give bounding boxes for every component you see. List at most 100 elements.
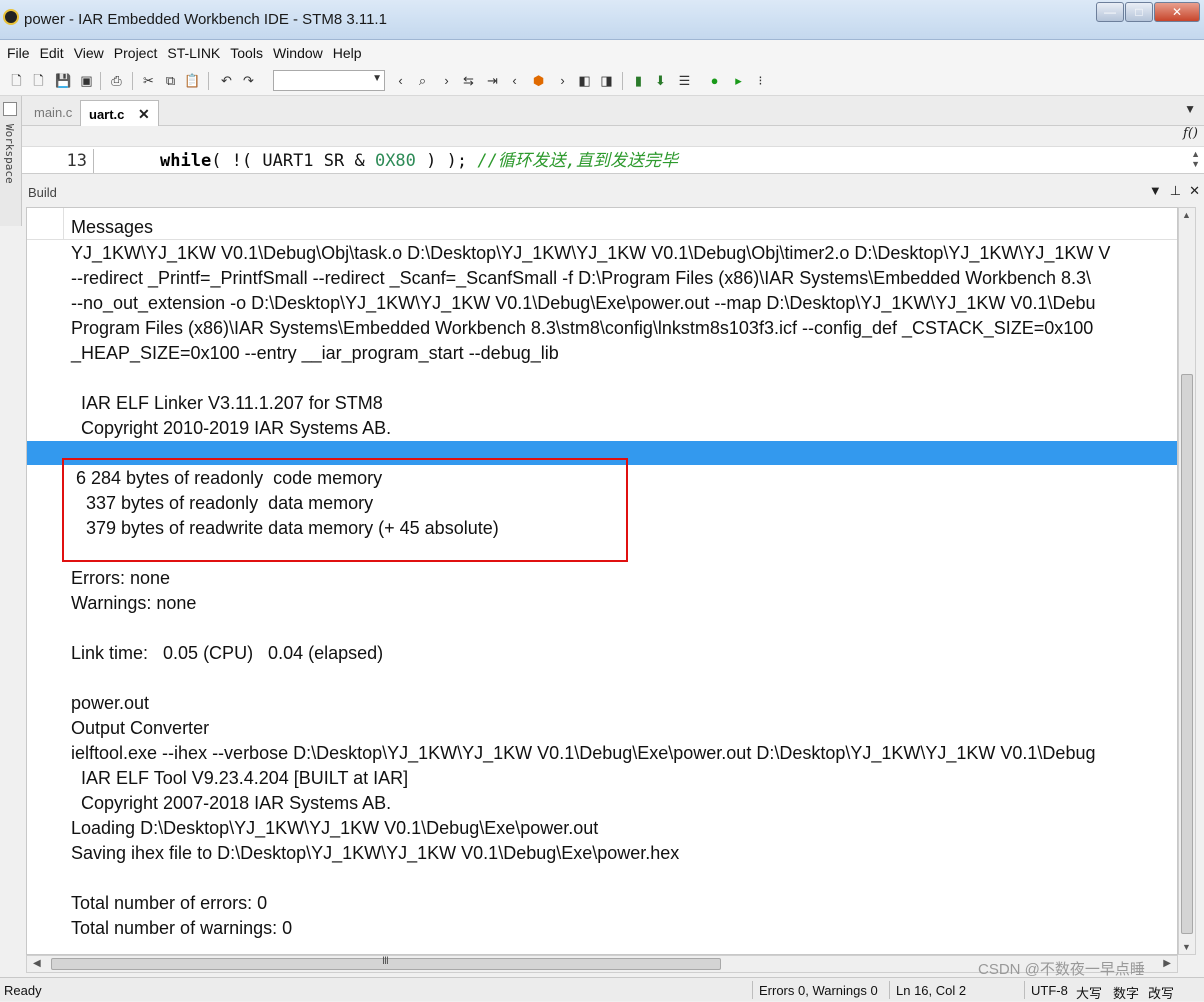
menu-window[interactable]: Window: [268, 45, 328, 61]
menu-st-link[interactable]: ST-LINK: [162, 45, 225, 61]
message-line[interactable]: Warnings: none: [71, 591, 196, 616]
code-text: ( !( UART1 SR &: [211, 151, 375, 171]
scroll-up-icon[interactable]: ▲: [1182, 210, 1191, 220]
message-line[interactable]: _HEAP_SIZE=0x100 --entry __iar_program_s…: [71, 341, 559, 366]
message-line[interactable]: Errors: none: [71, 566, 170, 591]
status-cursor-position: Ln 16, Col 2: [896, 983, 967, 998]
workspace-strip[interactable]: Workspace: [0, 96, 22, 226]
redo-icon[interactable]: ↷: [240, 72, 257, 89]
code-keyword: while: [160, 151, 212, 171]
message-line[interactable]: IAR ELF Tool V9.23.4.204 [BUILT at IAR]: [71, 766, 408, 791]
window-controls: — □ ✕: [1095, 2, 1200, 22]
print-icon[interactable]: ⎙: [108, 72, 125, 89]
save-all-icon[interactable]: ▣: [78, 72, 95, 89]
scroll-left-icon[interactable]: ◀: [33, 958, 41, 969]
tab-uart-c[interactable]: uart.c ✕: [80, 100, 159, 126]
maximize-button[interactable]: □: [1125, 2, 1153, 22]
message-line[interactable]: Saving ihex file to D:\Desktop\YJ_1KW\YJ…: [71, 841, 679, 866]
message-line[interactable]: power.out: [71, 691, 149, 716]
status-encoding: UTF-8: [1031, 983, 1068, 998]
status-ready: Ready: [4, 983, 42, 998]
menu-bar: File Edit View Project ST-LINK Tools Win…: [0, 40, 1204, 66]
tab-list-chevron-icon[interactable]: ▼: [1184, 102, 1196, 116]
message-line[interactable]: Output Converter: [71, 716, 209, 741]
toolbar-options-icon[interactable]: ⁝: [752, 72, 769, 89]
message-line[interactable]: Program Files (x86)\IAR Systems\Embedded…: [71, 316, 1093, 341]
save-icon[interactable]: 💾: [55, 72, 72, 89]
menu-help[interactable]: Help: [328, 45, 367, 61]
message-line[interactable]: --no_out_extension -o D:\Desktop\YJ_1KW\…: [71, 291, 1096, 316]
find-previous-icon[interactable]: ‹: [392, 72, 409, 89]
stop-build-icon[interactable]: ☰: [676, 72, 693, 89]
message-line[interactable]: Copyright 2010-2019 IAR Systems AB.: [71, 416, 391, 441]
close-icon[interactable]: ✕: [1189, 183, 1200, 199]
copy-icon[interactable]: ⧉: [162, 72, 179, 89]
navigate-forward-icon[interactable]: ◨: [598, 72, 615, 89]
close-icon[interactable]: ✕: [138, 106, 150, 122]
scroll-down-icon[interactable]: ▼: [1182, 942, 1191, 952]
menu-file[interactable]: File: [2, 45, 35, 61]
status-caps: 大写: [1076, 986, 1103, 1001]
code-line[interactable]: while( !( UART1 SR & 0X80 ) ); //循环发送,直到…: [160, 149, 678, 173]
message-line[interactable]: --redirect _Printf=_PrintfSmall --redire…: [71, 266, 1091, 291]
message-line[interactable]: Total number of warnings: 0: [71, 916, 292, 941]
horizontal-scroll-thumb[interactable]: Ⅲ: [51, 956, 721, 970]
scroll-right-icon[interactable]: ▶: [1163, 958, 1171, 969]
status-bar: Ready Errors 0, Warnings 0 Ln 16, Col 2 …: [0, 961, 1204, 1001]
compile-icon[interactable]: ▮: [630, 72, 647, 89]
build-pane-title: Build: [28, 185, 57, 200]
close-window-button[interactable]: ✕: [1154, 2, 1200, 22]
editor-tab-bar: main.c uart.c ✕ ▼: [22, 96, 1204, 126]
code-number: 0X80: [374, 151, 416, 171]
menu-view[interactable]: View: [69, 45, 109, 61]
new-file-icon[interactable]: 🗋: [8, 72, 25, 89]
navigate-back-icon[interactable]: ◧: [576, 72, 593, 89]
debug-without-download-icon[interactable]: ▸: [730, 72, 747, 89]
title-bar: power - IAR Embedded Workbench IDE - STM…: [0, 0, 1204, 40]
next-bookmark-icon[interactable]: ›: [554, 72, 571, 89]
goto-line-icon[interactable]: ⇥: [484, 72, 501, 89]
code-text-2: ) );: [415, 151, 478, 171]
menu-tools[interactable]: Tools: [225, 45, 268, 61]
paste-icon[interactable]: 📋: [184, 72, 201, 89]
vertical-scrollbar[interactable]: ▲ ▼: [1178, 207, 1196, 955]
cut-icon[interactable]: ✂: [140, 72, 157, 89]
vertical-scroll-thumb[interactable]: [1181, 374, 1193, 934]
message-line[interactable]: YJ_1KW\YJ_1KW V0.1\Debug\Obj\task.o D:\D…: [71, 241, 1110, 266]
message-line[interactable]: Loading D:\Desktop\YJ_1KW\YJ_1KW V0.1\De…: [71, 816, 598, 841]
workspace-label[interactable]: Workspace: [3, 124, 16, 184]
function-nav-button[interactable]: f(): [1183, 126, 1198, 141]
replace-icon[interactable]: ⇆: [460, 72, 477, 89]
tab-label: main.c: [34, 105, 73, 120]
search-icon[interactable]: ⌕: [414, 72, 431, 89]
message-line[interactable]: Link time: 0.05 (CPU) 0.04 (elapsed): [71, 641, 383, 666]
workspace-pin-icon[interactable]: [3, 102, 17, 116]
make-icon[interactable]: ⬇: [652, 72, 669, 89]
undo-icon[interactable]: ↶: [218, 72, 235, 89]
editor-scroll-arrows[interactable]: ▲ ▼: [1191, 149, 1200, 169]
prev-bookmark-icon[interactable]: ‹: [506, 72, 523, 89]
new-document-icon[interactable]: 🗋: [30, 72, 47, 89]
status-overwrite: 改写: [1148, 986, 1175, 1001]
message-line[interactable]: ielftool.exe --ihex --verbose D:\Desktop…: [71, 741, 1095, 766]
message-line[interactable]: Total number of errors: 0: [71, 891, 267, 916]
messages-header-label: Messages: [71, 217, 154, 237]
find-combo[interactable]: ▼: [273, 70, 385, 91]
message-line[interactable]: IAR ELF Linker V3.11.1.207 for STM8: [71, 391, 383, 416]
find-next-icon[interactable]: ›: [438, 72, 455, 89]
messages-column-header[interactable]: Messages: [27, 208, 1177, 240]
status-errors-warnings: Errors 0, Warnings 0: [759, 983, 878, 998]
minimize-button[interactable]: —: [1096, 2, 1124, 22]
download-debug-icon[interactable]: ●: [706, 72, 723, 89]
message-line[interactable]: Copyright 2007-2018 IAR Systems AB.: [71, 791, 391, 816]
menu-project[interactable]: Project: [109, 45, 163, 61]
tab-main-c[interactable]: main.c: [26, 100, 80, 126]
build-messages-panel[interactable]: Messages YJ_1KW\YJ_1KW V0.1\Debug\Obj\ta…: [26, 207, 1178, 955]
pin-icon[interactable]: ⊥: [1170, 183, 1181, 199]
menu-edit[interactable]: Edit: [35, 45, 69, 61]
toolbar: 🗋 🗋 💾 ▣ ⎙ ✂ ⧉ 📋 ↶ ↷ ▼ ‹ ⌕ › ⇆ ⇥ ‹ ⬢ › ◧ …: [0, 66, 1204, 96]
watermark: CSDN @不数夜一早点睡: [978, 961, 1145, 978]
pane-menu-chevron-icon[interactable]: ▼: [1149, 183, 1162, 199]
bookmark-icon[interactable]: ⬢: [530, 72, 547, 89]
code-editor[interactable]: 13 while( !( UART1 SR & 0X80 ) ); //循环发送…: [22, 146, 1204, 174]
